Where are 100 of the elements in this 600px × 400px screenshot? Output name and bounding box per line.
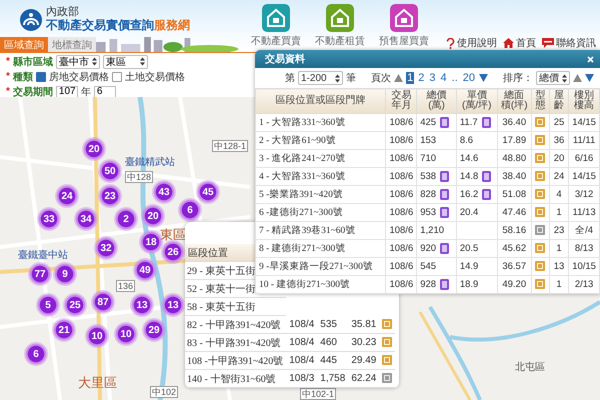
age-cell: 1 <box>549 240 569 258</box>
required-mark: * <box>6 86 10 97</box>
next-page-icon[interactable] <box>479 74 488 82</box>
sort-select[interactable]: 總價 <box>536 71 570 85</box>
sort-ascending-icon[interactable] <box>573 74 582 82</box>
detail-icon[interactable] <box>440 117 450 128</box>
residential-type-icon <box>382 355 392 366</box>
site-title-suffix: 服務網 <box>154 18 190 33</box>
page-link[interactable]: 3 <box>428 72 437 84</box>
price-cell: 538 <box>416 168 456 186</box>
detail-icon[interactable] <box>482 117 491 128</box>
age-cell: 24 <box>549 168 569 186</box>
field-label: 縣市區域 <box>12 55 53 68</box>
checkbox-label: 房地交易價格 <box>48 70 109 84</box>
address-cell: 2 - 大智路61~90號 <box>256 132 386 150</box>
detail-icon[interactable] <box>482 189 492 200</box>
area-cell: 36.40 <box>497 114 532 132</box>
detail-icon[interactable] <box>440 171 450 182</box>
address-cell: 10 - 建德街271~300號 <box>256 276 386 294</box>
residential-type-icon <box>535 261 546 272</box>
chat-icon <box>542 38 554 48</box>
table-cell: 535 <box>317 316 348 334</box>
type-icon <box>535 225 546 236</box>
page-label: 頁次 <box>371 72 392 85</box>
caret-icon <box>92 57 97 66</box>
page-link[interactable]: 4 <box>440 72 448 84</box>
unit-price-cell: 11.7 <box>456 114 498 132</box>
district-select[interactable]: 東區 <box>102 54 148 68</box>
range-prefix: 第 <box>285 72 295 85</box>
close-icon[interactable] <box>587 56 594 62</box>
site-title: 不動產交易實價查詢 <box>46 18 154 33</box>
range-suffix: 筆 <box>346 72 356 85</box>
road-number: 中102-1 <box>300 388 336 400</box>
age-cell: 4 <box>549 186 569 204</box>
table-cell: 83 - 十甲路391~420號 <box>185 334 286 352</box>
floor-cell: 全/4 <box>568 222 600 240</box>
page-link[interactable]: 20 <box>462 72 476 84</box>
help-icon <box>446 38 455 48</box>
age-cell: 1 <box>549 204 569 222</box>
detail-icon[interactable] <box>440 279 450 290</box>
price-cell: 920 <box>416 240 456 258</box>
checkbox[interactable] <box>36 72 46 82</box>
checkbox[interactable] <box>112 72 122 82</box>
floor-cell: 8/13 <box>568 240 600 258</box>
unit-price-cell: 20.4 <box>456 204 498 222</box>
address-cell: 7 - 精武路39巷31~60號 <box>256 222 386 240</box>
page-link[interactable]: 1 <box>406 72 414 84</box>
road-number: 中128-1 <box>212 140 248 152</box>
app-shortcut[interactable]: 不動產買賣 <box>250 4 302 52</box>
range-select[interactable]: 1-200 <box>298 71 344 85</box>
table-cell: 108/4 <box>286 352 318 370</box>
page-link[interactable]: .. <box>450 72 459 84</box>
table-cell: 460 <box>317 334 348 352</box>
header-link[interactable]: 使用說明 <box>446 36 497 50</box>
tab[interactable]: 地標查詢 <box>48 37 96 52</box>
page-link[interactable]: 2 <box>417 72 426 84</box>
required-mark: * <box>6 71 10 82</box>
table-cell: 140 - 十智街31~60號 <box>185 370 286 388</box>
area-cell: 36.57 <box>497 258 532 276</box>
header-link[interactable]: 聯絡資訊 <box>542 36 596 50</box>
detail-icon[interactable] <box>440 207 450 218</box>
place-label: 臺鐵臺中站 <box>18 250 68 262</box>
header-link[interactable]: 首頁 <box>503 36 536 50</box>
unit-price-cell: 14.8 <box>456 168 498 186</box>
floor-cell: 2/13 <box>568 276 600 294</box>
ministry-name: 內政部 <box>46 6 80 18</box>
place-label: 臺鐵精武站 <box>125 157 175 169</box>
table-cell: 108 -十甲路391~420號 <box>185 352 286 370</box>
caret-icon <box>335 74 340 82</box>
road-number: 中128 <box>125 171 154 183</box>
detail-icon[interactable] <box>482 171 492 182</box>
residential-type-icon <box>382 337 392 348</box>
road-number: 136 <box>116 280 136 292</box>
residential-type-icon <box>535 243 546 254</box>
date-cell: 108/6 <box>386 240 417 258</box>
table-cell: 82 - 十甲路391~420號 <box>185 316 286 334</box>
year-unit: 年 <box>80 86 91 98</box>
table-cell: 58 - 東英十五街 <box>185 298 286 316</box>
date-cell: 108/6 <box>386 204 417 222</box>
residential-type-icon <box>535 189 546 200</box>
address-cell: 6 -建德街271~300號 <box>256 204 386 222</box>
price-cell: 425 <box>416 114 456 132</box>
floor-cell: 6/16 <box>568 150 600 168</box>
column-header: 樓別樓高 <box>568 88 600 114</box>
table-cell: 30.23 <box>348 334 380 352</box>
detail-icon[interactable] <box>440 243 450 254</box>
address-cell: 9 -旱溪東路一段271~300號 <box>256 258 386 276</box>
area-cell: 49.20 <box>497 276 532 294</box>
column-header: 總面積(坪) <box>497 88 532 114</box>
date-cell: 108/6 <box>386 276 417 294</box>
sort-descending-icon[interactable] <box>585 74 594 82</box>
residential-type-icon <box>535 153 546 164</box>
detail-icon[interactable] <box>440 189 450 200</box>
unit-price-cell: 14.6 <box>456 150 498 168</box>
field-label: 種類 <box>12 70 33 84</box>
date-cell: 108/6 <box>386 150 417 168</box>
previous-page-icon[interactable] <box>394 74 404 82</box>
floor-cell: 11/11 <box>568 132 600 150</box>
city-select[interactable]: 臺中市 <box>56 54 100 68</box>
address-cell: 5 -樂業路391~420號 <box>256 186 386 204</box>
